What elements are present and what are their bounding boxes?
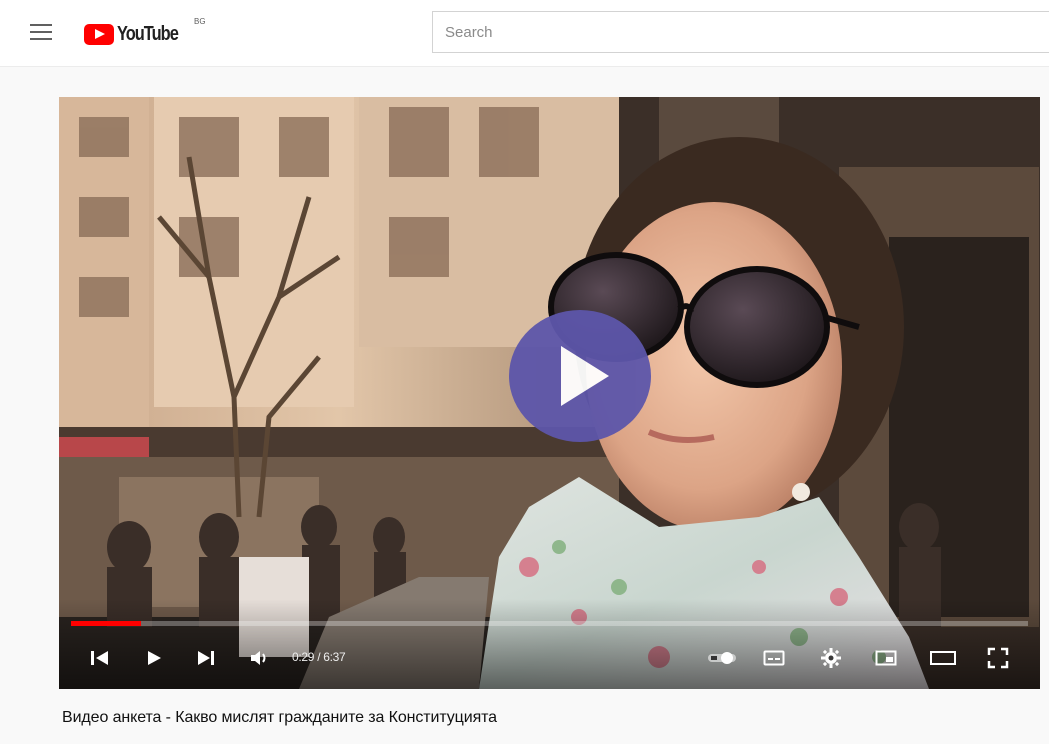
miniplayer-button[interactable] <box>871 643 901 673</box>
search-input[interactable] <box>443 22 1007 42</box>
subtitles-button[interactable] <box>759 643 789 673</box>
volume-icon <box>251 651 266 665</box>
hamburger-menu-icon[interactable] <box>30 24 52 40</box>
large-play-button[interactable] <box>509 310 651 442</box>
current-time: 0:29 <box>292 650 315 664</box>
previous-icon <box>91 651 108 665</box>
autoplay-toggle-icon <box>708 652 736 664</box>
miniplayer-icon <box>875 650 897 666</box>
search-box[interactable] <box>432 11 1049 53</box>
fullscreen-button[interactable] <box>983 643 1013 673</box>
video-player[interactable]: 0:29 / 6:37 <box>59 97 1040 689</box>
play-button[interactable] <box>139 643 169 673</box>
theater-mode-button[interactable] <box>925 643 961 673</box>
settings-button[interactable] <box>816 643 846 673</box>
youtube-play-logo-icon <box>84 23 114 45</box>
fullscreen-icon <box>987 647 1009 669</box>
gear-icon <box>821 648 841 668</box>
next-button[interactable] <box>191 643 221 673</box>
time-separator: / <box>314 650 324 664</box>
time-display: 0:29 / 6:37 <box>292 650 346 664</box>
progress-bar[interactable] <box>71 621 1028 626</box>
previous-button[interactable] <box>85 643 115 673</box>
youtube-logo[interactable]: YouTube BG <box>84 17 206 46</box>
next-icon <box>198 651 214 665</box>
subtitles-icon <box>763 650 785 666</box>
logo-country-code: BG <box>194 17 206 26</box>
duration: 6:37 <box>323 650 346 664</box>
volume-button[interactable] <box>245 643 275 673</box>
video-title[interactable]: Видео анкета - Какво мислят гражданите з… <box>62 709 497 727</box>
progress-bar-played <box>71 621 141 626</box>
theater-mode-icon <box>930 651 956 665</box>
top-bar: YouTube BG <box>0 0 1049 67</box>
logo-text: YouTube <box>117 22 179 45</box>
autoplay-toggle[interactable] <box>702 643 742 673</box>
play-icon <box>148 651 161 665</box>
